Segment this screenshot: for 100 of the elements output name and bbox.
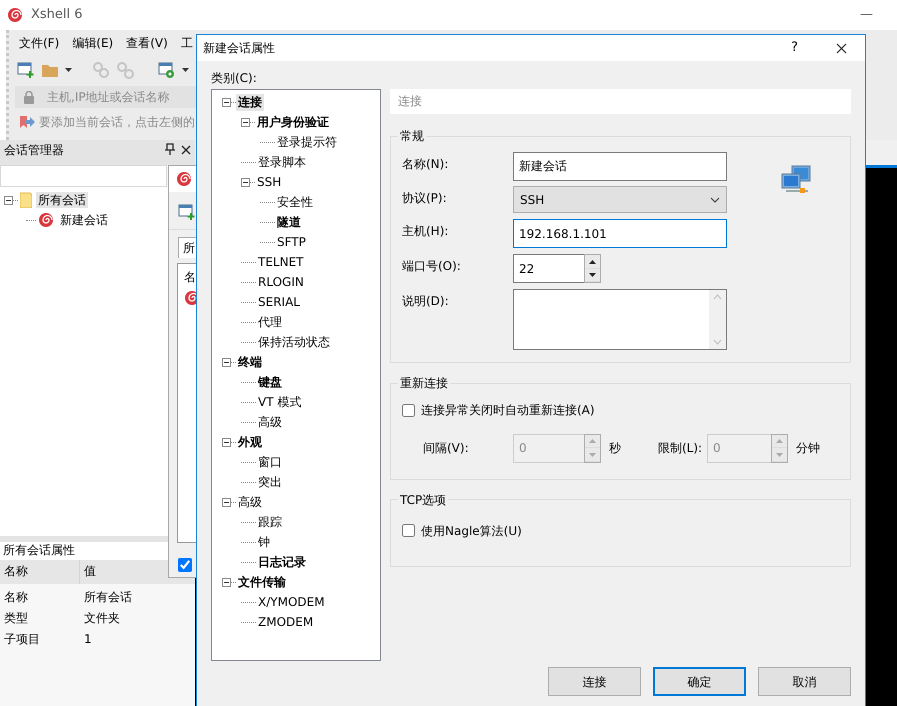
checkbox-label[interactable]: 连接异常关闭时自动重新连接(A): [421, 403, 595, 418]
collapse-icon[interactable]: [241, 118, 250, 127]
tree-item[interactable]: X/YMODEM: [256, 594, 327, 611]
tree-item[interactable]: 新建会话: [58, 212, 110, 228]
tree-item[interactable]: 跟踪: [256, 514, 284, 531]
spin-buttons[interactable]: [584, 254, 601, 284]
collapse-icon[interactable]: [222, 578, 231, 587]
settings-icon[interactable]: [158, 61, 176, 79]
field-label: 说明(D):: [402, 293, 450, 309]
tree-item[interactable]: RLOGIN: [256, 274, 306, 291]
swirl-icon: [176, 171, 192, 187]
down-arrow-icon[interactable]: [589, 273, 596, 278]
tree-item[interactable]: 登录脚本: [256, 154, 308, 171]
close-icon[interactable]: [181, 145, 191, 155]
collapse-icon[interactable]: [222, 358, 231, 367]
collapse-icon[interactable]: [222, 98, 231, 107]
tree-item[interactable]: 键盘: [256, 374, 284, 391]
page-title: 连接: [398, 94, 422, 108]
tree-item[interactable]: 安全性: [275, 194, 315, 211]
tree-item[interactable]: SERIAL: [256, 294, 302, 311]
tree-item[interactable]: 隧道: [275, 214, 303, 231]
tree-item[interactable]: 外观: [236, 434, 264, 451]
new-session-icon[interactable]: [178, 203, 196, 221]
new-session-icon[interactable]: [17, 61, 35, 79]
field-label: 间隔(V):: [423, 441, 470, 456]
window-title: Xshell 6: [31, 7, 83, 23]
menu-item[interactable]: 查看(V): [126, 34, 168, 52]
table-cell-text: 名称: [3, 589, 29, 606]
text-field[interactable]: 新建会话: [513, 152, 727, 182]
table-cell-text: 类型: [3, 610, 29, 627]
tree-item[interactable]: 保持活动状态: [256, 334, 332, 351]
tree-item[interactable]: 突出: [256, 474, 284, 491]
port-field[interactable]: 22: [513, 254, 584, 284]
menu-item[interactable]: 编辑(E): [72, 34, 114, 52]
tree-item[interactable]: ZMODEM: [256, 614, 316, 631]
close-icon[interactable]: [836, 42, 847, 54]
tree-item[interactable]: 文件传输: [236, 574, 288, 591]
lock-icon: [23, 90, 35, 104]
field-label: 协议(P):: [402, 190, 448, 206]
checkbox[interactable]: [402, 404, 415, 418]
dialog-title: 新建会话属性: [203, 40, 276, 56]
chevron-icon[interactable]: [710, 196, 720, 203]
help-button[interactable]: ?: [791, 40, 798, 56]
table-cell-text: 文件夹: [83, 610, 121, 627]
tree-item[interactable]: TELNET: [256, 254, 306, 271]
menu-item[interactable]: 文件(F): [19, 34, 60, 52]
column-header[interactable]: 名称: [0, 560, 80, 584]
dialog-button[interactable]: 确定: [653, 667, 746, 696]
tree-item[interactable]: SSH: [255, 174, 284, 191]
column-header[interactable]: 值: [80, 560, 100, 584]
field-label: 名称(N):: [402, 156, 450, 172]
tree-item[interactable]: 所有会话: [36, 192, 88, 208]
tree-item[interactable]: SFTP: [275, 234, 308, 251]
pin-icon[interactable]: [165, 143, 175, 155]
tree-item[interactable]: 连接: [236, 94, 264, 111]
tree-item[interactable]: 登录提示符: [275, 134, 339, 151]
menu-item[interactable]: 工: [180, 34, 193, 52]
field-label: 端口号(O):: [402, 258, 462, 274]
collapse-icon[interactable]: [222, 498, 231, 507]
collapse-icon[interactable]: [222, 438, 231, 447]
swirl-icon: [38, 212, 54, 228]
group-title: 常规: [399, 130, 425, 142]
dialog-button[interactable]: 取消: [758, 667, 851, 696]
up-arrow-icon[interactable]: [589, 260, 596, 264]
table-cell-text: 子项目: [3, 631, 41, 648]
table-cell-text: 1: [83, 631, 93, 648]
group-title: 重新连接: [399, 377, 449, 390]
collapse-icon[interactable]: [4, 196, 13, 204]
caret-icon[interactable]: [65, 68, 72, 72]
checkbox[interactable]: [402, 524, 415, 538]
search-field[interactable]: [0, 165, 167, 187]
tree-item[interactable]: 窗口: [256, 454, 284, 471]
hint-text: 要添加当前会话，点击左侧的: [39, 115, 195, 130]
checkbox[interactable]: [178, 558, 192, 572]
swirl-icon: [7, 7, 23, 23]
field-label: 主机(H):: [402, 223, 450, 239]
description-field[interactable]: [513, 289, 727, 350]
tree-item[interactable]: 用户身份验证: [255, 114, 331, 131]
tree-item[interactable]: 高级: [256, 414, 284, 431]
tree-item[interactable]: 代理: [256, 314, 284, 331]
field-label: 限制(L):: [658, 441, 704, 456]
checkbox-label[interactable]: 使用Nagle算法(U): [421, 524, 522, 538]
caret-icon[interactable]: [182, 68, 189, 72]
folder-icon: [20, 192, 32, 208]
tree-item[interactable]: 日志记录: [256, 554, 308, 571]
panel-title: 会话管理器: [4, 143, 65, 158]
protocol-dropdown[interactable]: SSH: [513, 186, 727, 214]
tree-item[interactable]: 终端: [236, 354, 264, 371]
tree-item[interactable]: 高级: [236, 494, 264, 511]
group-title: TCP选项: [399, 494, 448, 506]
dialog-button[interactable]: 连接: [548, 667, 641, 696]
collapse-icon[interactable]: [241, 178, 250, 187]
panel-title: 所有会话属性: [3, 543, 75, 557]
bookmark-arrow-icon: [19, 115, 35, 130]
tree-item[interactable]: 钟: [256, 534, 272, 551]
tree-item[interactable]: VT 模式: [256, 394, 304, 411]
unit-label: 秒: [609, 441, 622, 456]
minimize-button[interactable]: —: [860, 7, 873, 23]
table-cell-text: 所有会话: [83, 589, 133, 606]
text-field[interactable]: 192.168.1.101: [513, 219, 727, 248]
